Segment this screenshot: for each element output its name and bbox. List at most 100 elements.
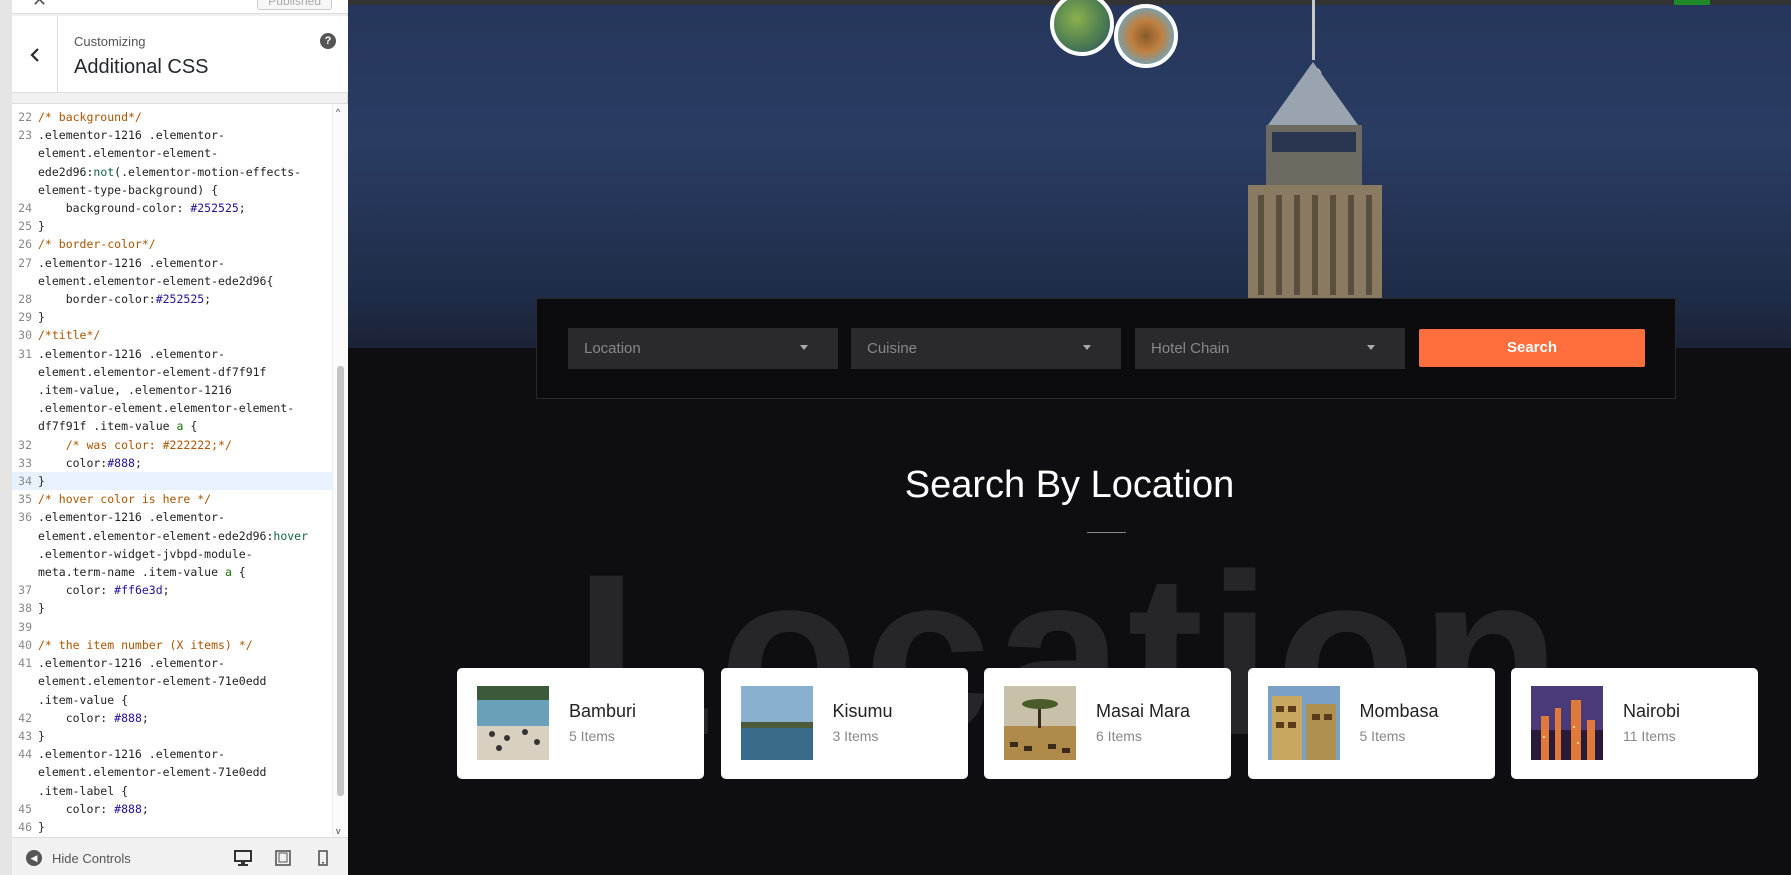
code-line[interactable]: 22 /* background*/ (12, 108, 332, 126)
code-line[interactable]: element.elementor-element-71e0edd (12, 672, 332, 690)
search-button[interactable]: Search (1419, 329, 1645, 367)
code-line[interactable]: 45 color: #888; (12, 800, 332, 818)
code-text[interactable]: element.elementor-element-df7f91f (38, 363, 266, 381)
location-name[interactable]: Kisumu (833, 701, 893, 722)
code-line[interactable]: 36 .elementor-1216 .elementor- (12, 508, 332, 526)
code-text[interactable]: element.elementor-element-71e0edd (38, 672, 266, 690)
code-text[interactable]: .elementor-1216 .elementor- (38, 126, 225, 144)
code-text[interactable]: /*title*/ (38, 326, 100, 344)
code-lines[interactable]: 22 /* background*/ 23 .elementor-1216 .elem… (12, 108, 332, 836)
publish-button[interactable]: Published (257, 0, 332, 10)
close-icon[interactable]: ✕ (32, 0, 47, 11)
scroll-up-icon[interactable]: ^ (336, 107, 340, 117)
code-line[interactable]: meta.term-name .item-value a { (12, 563, 332, 581)
location-name[interactable]: Nairobi (1623, 701, 1680, 722)
code-text[interactable]: .item-label { (38, 782, 128, 800)
code-line[interactable]: df7f91f .item-value a { (12, 417, 332, 435)
code-text[interactable]: color: #888; (38, 709, 149, 727)
scroll-down-icon[interactable]: v (336, 826, 341, 836)
code-text[interactable]: } (38, 472, 45, 490)
code-text[interactable]: /* hover color is here */ (38, 490, 211, 508)
location-card[interactable]: Nairobi 11 Items (1511, 668, 1758, 779)
code-line[interactable]: 44 .elementor-1216 .elementor- (12, 745, 332, 763)
location-card[interactable]: Kisumu 3 Items (720, 668, 968, 779)
desktop-preview-icon[interactable] (234, 850, 252, 866)
code-text[interactable]: /* border-color*/ (38, 235, 156, 253)
tablet-preview-icon[interactable] (274, 850, 292, 866)
code-line[interactable]: 42 color: #888; (12, 709, 332, 727)
help-icon[interactable]: ? (320, 33, 336, 49)
code-line[interactable]: 39 (12, 618, 332, 636)
location-card[interactable]: Bamburi 5 Items (457, 668, 704, 779)
code-line[interactable]: 24 background-color: #252525; (12, 199, 332, 217)
code-text[interactable]: } (38, 599, 45, 617)
css-code-editor[interactable]: 22 /* background*/ 23 .elementor-1216 .elem… (12, 103, 348, 838)
code-line[interactable]: ede2d96:not(.elementor-motion-effects- (12, 163, 332, 181)
code-text[interactable]: color: #ff6e3d; (38, 581, 170, 599)
code-text[interactable]: element.elementor-element-ede2d96:hover (38, 527, 308, 545)
location-thumbnail[interactable] (1267, 686, 1340, 760)
code-text[interactable]: df7f91f .item-value a { (38, 417, 197, 435)
code-line[interactable]: 38} (12, 599, 332, 617)
code-line[interactable]: 27 .elementor-1216 .elementor- (12, 254, 332, 272)
avatar[interactable] (1050, 0, 1114, 56)
code-line[interactable]: 40 /* the item number (X items) */ (12, 636, 332, 654)
code-line[interactable]: 34} (12, 472, 332, 491)
code-text[interactable]: } (38, 308, 45, 326)
code-line[interactable]: 30 /*title*/ (12, 326, 332, 344)
code-text[interactable]: background-color: #252525; (38, 199, 246, 217)
code-text[interactable]: } (38, 217, 45, 235)
code-line[interactable]: element-type-background) { (12, 181, 332, 199)
location-select[interactable]: Location (568, 328, 838, 369)
location-card[interactable]: Mombasa 5 Items (1247, 668, 1495, 779)
code-line[interactable]: 35 /* hover color is here */ (12, 490, 332, 508)
code-text[interactable]: .elementor-element.elementor-element- (38, 399, 294, 417)
hotel-chain-select[interactable]: Hotel Chain (1135, 328, 1405, 369)
code-text[interactable]: /* was color: #222222;*/ (38, 436, 232, 454)
code-line[interactable]: 37 color: #ff6e3d; (12, 581, 332, 599)
code-text[interactable]: color: #888; (38, 800, 149, 818)
code-line[interactable]: 46} (12, 818, 332, 836)
code-line[interactable]: .item-label { (12, 782, 332, 800)
scroll-thumb[interactable] (337, 366, 344, 796)
location-thumbnail[interactable] (1531, 686, 1603, 760)
code-text[interactable]: /* the item number (X items) */ (38, 636, 253, 654)
code-line[interactable]: 26 /* border-color*/ (12, 235, 332, 253)
back-button[interactable] (12, 16, 58, 93)
code-text[interactable]: .elementor-1216 .elementor- (38, 508, 225, 526)
location-thumbnail[interactable] (740, 686, 813, 760)
code-line[interactable]: element.elementor-element-df7f91f (12, 363, 332, 381)
location-thumbnail[interactable] (1004, 686, 1076, 760)
code-line[interactable]: 28 border-color:#252525; (12, 290, 332, 308)
editor-scrollbar[interactable]: ^ v (332, 104, 348, 837)
code-line[interactable]: 25} (12, 217, 332, 235)
code-line[interactable]: 32 /* was color: #222222;*/ (12, 436, 332, 454)
code-line[interactable]: element.elementor-element-ede2d96:hover (12, 527, 332, 545)
code-text[interactable]: .elementor-1216 .elementor- (38, 254, 225, 272)
code-line[interactable]: 43} (12, 727, 332, 745)
code-text[interactable]: border-color:#252525; (38, 290, 211, 308)
code-line[interactable]: 29} (12, 308, 332, 326)
location-name[interactable]: Bamburi (569, 701, 636, 722)
location-name[interactable]: Mombasa (1360, 701, 1439, 722)
code-line[interactable]: .item-value { (12, 691, 332, 709)
code-text[interactable]: } (38, 818, 45, 836)
code-line[interactable]: .elementor-element.elementor-element- (12, 399, 332, 417)
code-text[interactable]: .item-value, .elementor-1216 (38, 381, 232, 399)
code-line[interactable]: 33 color:#888; (12, 454, 332, 472)
code-text[interactable]: /* background*/ (38, 108, 142, 126)
code-line[interactable]: 23 .elementor-1216 .elementor- (12, 126, 332, 144)
code-line[interactable]: .elementor-widget-jvbpd-module- (12, 545, 332, 563)
location-card[interactable]: Masai Mara 6 Items (984, 668, 1231, 779)
code-text[interactable]: .elementor-1216 .elementor- (38, 345, 225, 363)
code-text[interactable]: } (38, 727, 45, 745)
hide-controls-button[interactable]: ◀ Hide Controls (26, 850, 131, 866)
code-line[interactable]: element.elementor-element-ede2d96{ (12, 272, 332, 290)
avatar[interactable] (1114, 4, 1178, 68)
code-text[interactable]: .elementor-1216 .elementor- (38, 654, 225, 672)
code-text[interactable]: ede2d96:not(.elementor-motion-effects- (38, 163, 301, 181)
code-text[interactable]: color:#888; (38, 454, 142, 472)
code-text[interactable]: .item-value { (38, 691, 128, 709)
code-line[interactable]: 41 .elementor-1216 .elementor- (12, 654, 332, 672)
location-name[interactable]: Masai Mara (1096, 701, 1190, 722)
